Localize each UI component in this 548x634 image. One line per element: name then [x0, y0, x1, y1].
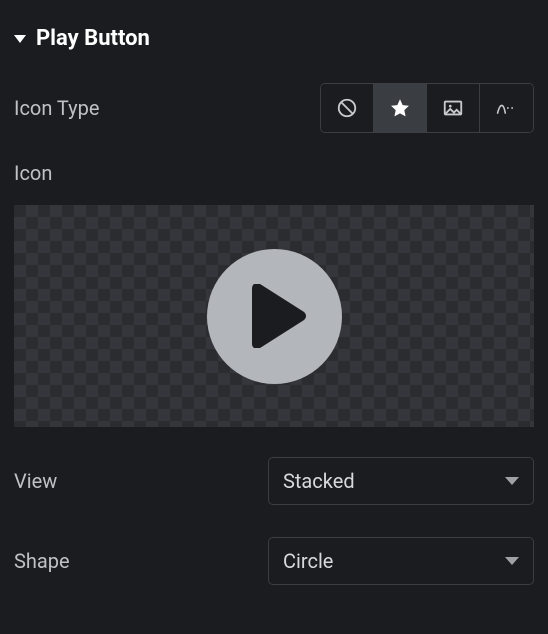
- view-row: View Stacked: [14, 427, 534, 519]
- icon-type-row: Icon Type: [14, 69, 534, 147]
- icon-type-label: Icon Type: [14, 96, 99, 120]
- play-button-preview: [207, 249, 342, 384]
- image-icon: [442, 97, 464, 119]
- shape-label: Shape: [14, 549, 70, 573]
- section-header[interactable]: Play Button: [14, 12, 534, 69]
- star-icon: [389, 97, 411, 119]
- icon-type-image-button[interactable]: [427, 84, 480, 132]
- path-icon: [495, 97, 519, 119]
- section-title: Play Button: [36, 26, 150, 51]
- caret-down-icon: [14, 35, 26, 43]
- none-icon: [336, 97, 358, 119]
- view-label: View: [14, 469, 57, 493]
- shape-row: Shape Circle: [14, 519, 534, 599]
- chevron-down-icon: [505, 477, 519, 485]
- icon-type-group: [320, 83, 534, 133]
- play-icon: [251, 284, 307, 348]
- chevron-down-icon: [505, 557, 519, 565]
- icon-label: Icon: [14, 147, 534, 205]
- icon-type-path-button[interactable]: [480, 84, 533, 132]
- icon-type-none-button[interactable]: [321, 84, 374, 132]
- shape-select[interactable]: Circle: [268, 537, 534, 585]
- view-select[interactable]: Stacked: [268, 457, 534, 505]
- icon-type-star-button[interactable]: [374, 84, 427, 132]
- icon-preview[interactable]: [14, 205, 534, 427]
- shape-value: Circle: [283, 549, 333, 573]
- view-value: Stacked: [283, 469, 355, 493]
